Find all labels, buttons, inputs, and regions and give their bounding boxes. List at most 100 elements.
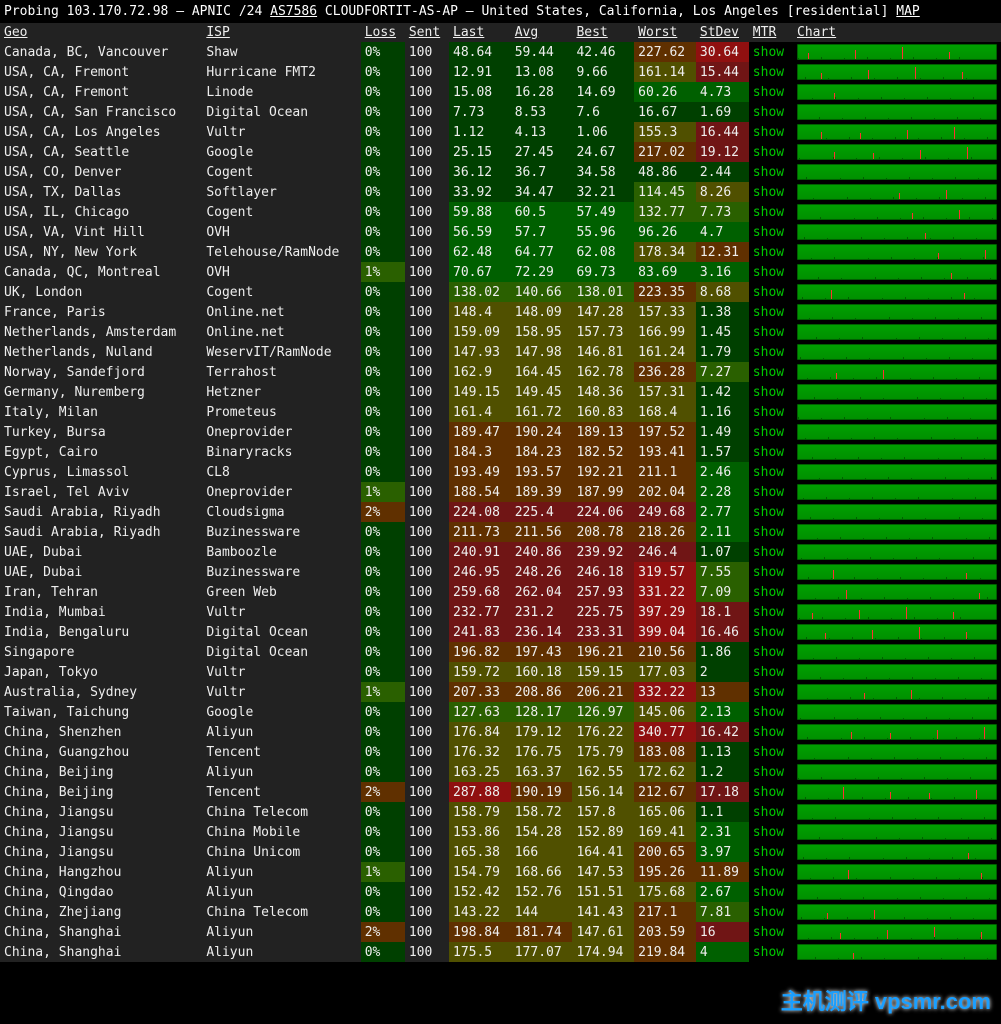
- loss-cell: 0%: [361, 582, 405, 602]
- chart-cell: [793, 202, 1001, 222]
- mtr-show-link[interactable]: show: [753, 485, 784, 500]
- best-cell: 208.78: [572, 522, 634, 542]
- table-row: India, MumbaiVultr0%100232.77231.2225.75…: [0, 602, 1001, 622]
- chart-cell: [793, 542, 1001, 562]
- mtr-show-link[interactable]: show: [753, 845, 784, 860]
- mtr-show-link[interactable]: show: [753, 805, 784, 820]
- mtr-show-link[interactable]: show: [753, 165, 784, 180]
- sent-cell: 100: [405, 542, 449, 562]
- col-loss[interactable]: Loss: [361, 23, 405, 42]
- mtr-show-link[interactable]: show: [753, 825, 784, 840]
- table-row: USA, NY, New YorkTelehouse/RamNode0%1006…: [0, 242, 1001, 262]
- isp-cell: Online.net: [202, 302, 360, 322]
- mtr-show-link[interactable]: show: [753, 205, 784, 220]
- chart-cell: [793, 262, 1001, 282]
- col-stdev[interactable]: StDev: [696, 23, 749, 42]
- col-sent[interactable]: Sent: [405, 23, 449, 42]
- mtr-show-link[interactable]: show: [753, 885, 784, 900]
- table-row: USA, CA, Los AngelesVultr0%1001.124.131.…: [0, 122, 1001, 142]
- worst-cell: 169.41: [634, 822, 696, 842]
- mtr-show-link[interactable]: show: [753, 125, 784, 140]
- mtr-show-link[interactable]: show: [753, 605, 784, 620]
- mtr-show-link[interactable]: show: [753, 865, 784, 880]
- geo-cell: Iran, Tehran: [0, 582, 202, 602]
- last-cell: 224.08: [449, 502, 511, 522]
- mtr-show-link[interactable]: show: [753, 345, 784, 360]
- mtr-show-link[interactable]: show: [753, 65, 784, 80]
- mtr-show-link[interactable]: show: [753, 405, 784, 420]
- mtr-show-link[interactable]: show: [753, 425, 784, 440]
- best-cell: 182.52: [572, 442, 634, 462]
- worst-cell: 197.52: [634, 422, 696, 442]
- mtr-show-link[interactable]: show: [753, 385, 784, 400]
- map-link[interactable]: MAP: [896, 4, 919, 19]
- sent-cell: 100: [405, 162, 449, 182]
- avg-cell: 164.45: [511, 362, 573, 382]
- geo-cell: China, Jiangsu: [0, 822, 202, 842]
- mtr-show-link[interactable]: show: [753, 85, 784, 100]
- asn-link[interactable]: AS7586: [270, 4, 317, 19]
- col-best[interactable]: Best: [572, 23, 634, 42]
- mtr-show-link[interactable]: show: [753, 245, 784, 260]
- table-row: Saudi Arabia, RiyadhBuzinessware0%100211…: [0, 522, 1001, 542]
- table-row: Cyprus, LimassolCL80%100193.49193.57192.…: [0, 462, 1001, 482]
- mtr-show-link[interactable]: show: [753, 445, 784, 460]
- mtr-show-link[interactable]: show: [753, 745, 784, 760]
- mtr-show-link[interactable]: show: [753, 505, 784, 520]
- mtr-show-link[interactable]: show: [753, 365, 784, 380]
- mtr-show-link[interactable]: show: [753, 225, 784, 240]
- col-isp[interactable]: ISP: [202, 23, 360, 42]
- worst-cell: 210.56: [634, 642, 696, 662]
- col-geo[interactable]: Geo: [0, 23, 202, 42]
- stdev-cell: 7.27: [696, 362, 749, 382]
- sent-cell: 100: [405, 342, 449, 362]
- col-avg[interactable]: Avg: [511, 23, 573, 42]
- mtr-show-link[interactable]: show: [753, 45, 784, 60]
- isp-cell: Hurricane FMT2: [202, 62, 360, 82]
- col-chart[interactable]: Chart: [793, 23, 1001, 42]
- mtr-show-link[interactable]: show: [753, 465, 784, 480]
- mtr-show-link[interactable]: show: [753, 105, 784, 120]
- geo-cell: China, Shenzhen: [0, 722, 202, 742]
- mtr-show-link[interactable]: show: [753, 665, 784, 680]
- mtr-show-link[interactable]: show: [753, 925, 784, 940]
- col-worst[interactable]: Worst: [634, 23, 696, 42]
- table-row: Norway, SandefjordTerrahost0%100162.9164…: [0, 362, 1001, 382]
- mtr-show-link[interactable]: show: [753, 725, 784, 740]
- loss-cell: 0%: [361, 822, 405, 842]
- loss-cell: 1%: [361, 682, 405, 702]
- mtr-show-link[interactable]: show: [753, 325, 784, 340]
- mtr-show-link[interactable]: show: [753, 305, 784, 320]
- mtr-show-link[interactable]: show: [753, 645, 784, 660]
- avg-cell: 189.39: [511, 482, 573, 502]
- mtr-show-link[interactable]: show: [753, 685, 784, 700]
- mtr-show-link[interactable]: show: [753, 765, 784, 780]
- mtr-cell: show: [749, 882, 793, 902]
- mtr-show-link[interactable]: show: [753, 945, 784, 960]
- last-cell: 162.9: [449, 362, 511, 382]
- mtr-show-link[interactable]: show: [753, 185, 784, 200]
- col-mtr[interactable]: MTR: [749, 23, 793, 42]
- table-row: USA, VA, Vint HillOVH0%10056.5957.755.96…: [0, 222, 1001, 242]
- geo-cell: Saudi Arabia, Riyadh: [0, 502, 202, 522]
- mtr-show-link[interactable]: show: [753, 565, 784, 580]
- mtr-show-link[interactable]: show: [753, 285, 784, 300]
- sent-cell: 100: [405, 462, 449, 482]
- mtr-show-link[interactable]: show: [753, 585, 784, 600]
- table-row: Netherlands, AmsterdamOnline.net0%100159…: [0, 322, 1001, 342]
- col-last[interactable]: Last: [449, 23, 511, 42]
- stdev-cell: 1.57: [696, 442, 749, 462]
- avg-cell: 240.86: [511, 542, 573, 562]
- mtr-show-link[interactable]: show: [753, 525, 784, 540]
- worst-cell: 200.65: [634, 842, 696, 862]
- mtr-show-link[interactable]: show: [753, 905, 784, 920]
- last-cell: 158.79: [449, 802, 511, 822]
- geo-cell: Israel, Tel Aviv: [0, 482, 202, 502]
- chart-cell: [793, 302, 1001, 322]
- mtr-show-link[interactable]: show: [753, 785, 784, 800]
- mtr-show-link[interactable]: show: [753, 545, 784, 560]
- mtr-show-link[interactable]: show: [753, 625, 784, 640]
- mtr-show-link[interactable]: show: [753, 145, 784, 160]
- mtr-show-link[interactable]: show: [753, 705, 784, 720]
- mtr-show-link[interactable]: show: [753, 265, 784, 280]
